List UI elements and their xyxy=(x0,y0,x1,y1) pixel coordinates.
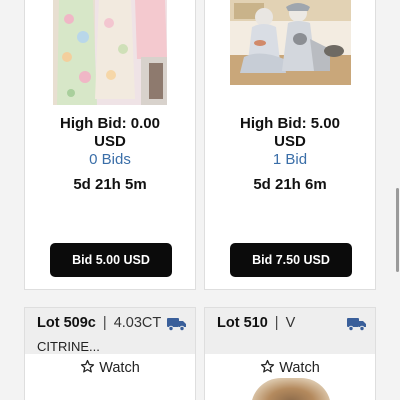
time-left: 5d 21h 6m xyxy=(253,176,327,193)
star-icon xyxy=(81,359,95,373)
lot-title[interactable]: Lot 509c | 4.03CT xyxy=(37,315,161,331)
lot-number: Lot 510 xyxy=(217,315,268,331)
figurines-photo[interactable] xyxy=(230,0,351,85)
watch-label: Watch xyxy=(279,360,320,376)
lot-separator: | xyxy=(102,315,107,331)
lot-separator: | xyxy=(274,315,279,331)
high-bid-currency: USD xyxy=(274,133,306,150)
truck-icon xyxy=(167,318,186,331)
lot-header[interactable]: Lot 509c | 4.03CT CITRINE... xyxy=(25,308,195,354)
high-bid-currency: USD xyxy=(94,133,126,150)
bid-button[interactable]: Bid 7.50 USD xyxy=(230,243,352,277)
high-bid-amount: High Bid: 0.00 xyxy=(59,115,160,132)
lot-grid-page: High Bid: 0.00 USD 0 Bids 5d 21h 5m Bid … xyxy=(0,0,400,400)
lot-description: V xyxy=(285,315,296,331)
figurines-photo-art xyxy=(230,0,351,85)
star-icon xyxy=(261,359,275,373)
lot-number: Lot 509c xyxy=(37,315,96,331)
bid-count-link[interactable]: 0 Bids xyxy=(25,151,195,168)
lot-card[interactable]: High Bid: 5.00 USD 1 Bid 5d 21h 6m Bid 7… xyxy=(204,0,376,290)
watch-button[interactable]: Watch xyxy=(205,359,375,376)
scrollbar[interactable] xyxy=(394,0,400,400)
truck-icon xyxy=(347,318,366,331)
watch-label: Watch xyxy=(99,360,140,376)
lot-description-line2: CITRINE... xyxy=(37,339,100,354)
high-bid-amount: High Bid: 5.00 xyxy=(239,115,340,132)
scrollbar-thumb[interactable] xyxy=(396,188,399,272)
bid-count-link[interactable]: 1 Bid xyxy=(205,151,375,168)
lot-description: 4.03CT xyxy=(113,315,162,331)
watch-button[interactable]: Watch xyxy=(25,359,195,376)
item-photo[interactable] xyxy=(251,378,331,400)
lot-title[interactable]: Lot 510 | V xyxy=(217,315,295,331)
clothing-photo-art xyxy=(53,0,167,105)
lot-card[interactable]: High Bid: 0.00 USD 0 Bids 5d 21h 5m Bid … xyxy=(24,0,196,290)
time-left: 5d 21h 5m xyxy=(73,176,147,193)
lot-header[interactable]: Lot 510 | V xyxy=(205,308,375,354)
bid-button[interactable]: Bid 5.00 USD xyxy=(50,243,172,277)
lot-card[interactable]: Lot 510 | V Watch xyxy=(204,307,376,400)
clothing-photo[interactable] xyxy=(53,0,167,105)
lot-card[interactable]: Lot 509c | 4.03CT CITRINE... Watch xyxy=(24,307,196,400)
